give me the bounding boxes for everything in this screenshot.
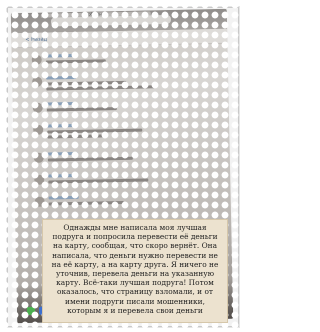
whatsapp-icon: [26, 306, 36, 316]
avatar: [34, 174, 45, 185]
avatar: [32, 76, 43, 87]
sender-name-blurred: [47, 123, 78, 128]
message-line: [48, 200, 124, 206]
sender-name-blurred: [48, 173, 79, 178]
avatar: [33, 124, 44, 135]
sender-name-blurred: [46, 75, 77, 80]
message-line: [47, 128, 143, 134]
message-line: [48, 178, 149, 184]
message-line: [46, 107, 117, 112]
avatar: [33, 152, 44, 163]
message-line: [47, 156, 133, 162]
stamp-frame: Сообщения < Назад Однажды мне написала м…: [0, 0, 244, 332]
message-line: [46, 80, 127, 86]
sender-name-blurred: [48, 195, 79, 200]
sender-name-blurred: [46, 101, 77, 106]
avatar: [34, 196, 45, 207]
avatar: [31, 54, 42, 65]
avatar: [32, 102, 43, 113]
message-line: [45, 59, 106, 64]
sender-name-blurred: [45, 53, 76, 58]
address-bar: [50, 14, 172, 27]
story-caption: Однажды мне написала моя лучшая подруга …: [42, 219, 228, 323]
caption-text: Однажды мне написала моя лучшая подруга …: [51, 223, 219, 315]
back-link: < Назад: [25, 36, 48, 43]
message-line: [47, 134, 108, 139]
message-line: [46, 85, 157, 91]
sender-name-blurred: [47, 151, 78, 156]
